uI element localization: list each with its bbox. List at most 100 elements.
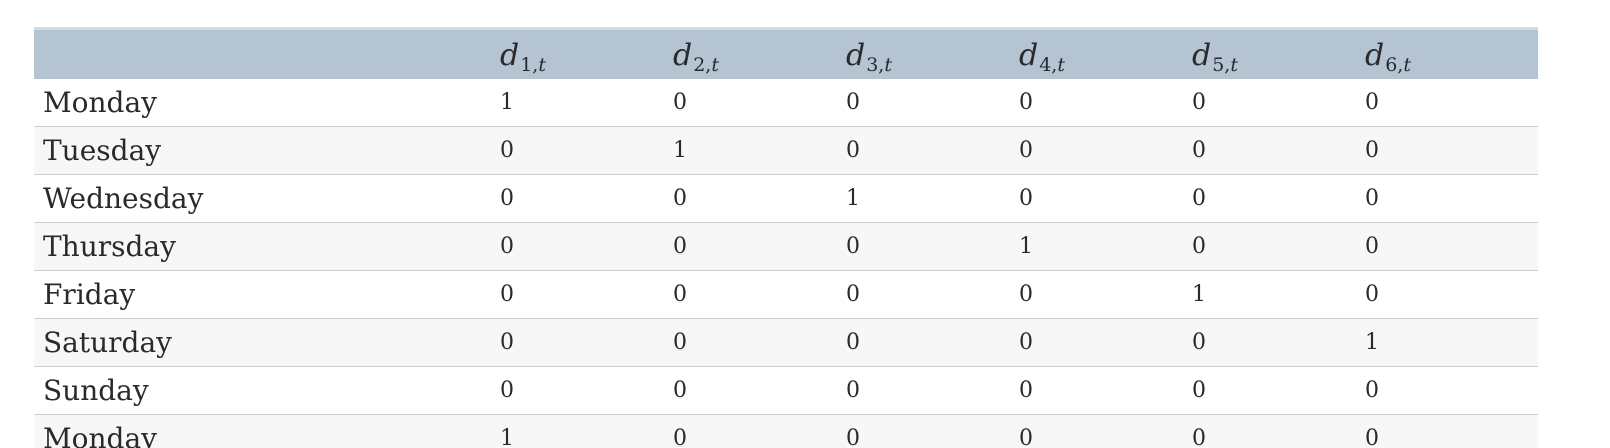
table-cell: 0 [1365,138,1379,163]
table-body: Monday 1 0 0 0 0 0 Tuesday 0 1 0 0 0 0 Wednesday 0 0 1 0 0 0… [34,78,1538,448]
table-cell: 0 [500,138,514,163]
table-cell: 0 [1192,186,1206,211]
table-header: d1,t d2,t d3,t d4,t d5,t d6,t [34,28,1538,79]
table-cell: 0 [673,330,687,355]
column-header-sub-index: 3, [866,54,885,77]
table-cell: 0 [673,378,687,403]
table-row: Monday 1 0 0 0 0 0 [34,78,1538,127]
table-cell: 0 [500,186,514,211]
column-header-base: d [846,38,866,74]
column-header-sub-var: t [1057,54,1065,77]
table-cell: 0 [1019,282,1033,307]
table-cell: 0 [1019,378,1033,403]
column-header-d3: d3,t [846,29,1019,79]
table-cell: 0 [846,234,860,259]
column-header-subscript: 5,t [1212,54,1238,76]
column-header-sub-index: 4, [1039,54,1058,77]
table-row: Thursday 0 0 0 1 0 0 [34,222,1538,271]
column-header-math: d2,t [673,38,719,76]
row-label: Tuesday [43,134,162,167]
table-cell: 1 [673,138,687,163]
column-header-math: d1,t [500,38,546,76]
column-header-math: d4,t [1019,38,1065,76]
table-cell: 0 [846,330,860,355]
row-label: Thursday [43,230,176,263]
table-cell: 1 [500,426,514,448]
table-cell: 0 [1192,330,1206,355]
table-row: Monday 1 0 0 0 0 0 [34,414,1538,448]
table-row: Saturday 0 0 0 0 0 1 [34,318,1538,367]
table-cell: 0 [1365,426,1379,448]
column-header-subscript: 4,t [1039,54,1065,76]
table-cell: 0 [1019,330,1033,355]
column-header-math: d3,t [846,38,892,76]
row-label: Wednesday [43,182,204,215]
column-header-sub-index: 5, [1212,54,1231,77]
table-cell: 0 [1192,378,1206,403]
table-cell: 0 [1365,282,1379,307]
table-cell: 0 [1192,234,1206,259]
row-label: Monday [43,422,157,448]
table-cell: 0 [846,282,860,307]
header-row: d1,t d2,t d3,t d4,t d5,t d6,t [34,28,1538,79]
table-cell: 0 [673,89,687,115]
table-cell: 0 [500,282,514,307]
column-header-subscript: 1,t [520,54,546,76]
column-header-subscript: 2,t [693,54,719,76]
table-cell: 0 [500,234,514,259]
column-header-d5: d5,t [1192,29,1365,79]
column-header-base: d [1019,38,1039,74]
table-cell: 0 [846,426,860,448]
column-header-base: d [1192,38,1212,74]
column-header-d4: d4,t [1019,29,1192,79]
column-header-sub-var: t [711,54,719,77]
column-header-d2: d2,t [673,29,846,79]
table-cell: 0 [1019,426,1033,448]
row-label: Sunday [43,374,149,407]
row-label: Saturday [43,326,172,359]
header-blank-cell [34,29,500,79]
column-header-base: d [500,38,520,74]
table-row: Friday 0 0 0 0 1 0 [34,270,1538,319]
column-header-d1: d1,t [500,29,673,79]
column-header-subscript: 3,t [866,54,892,76]
table-cell: 0 [673,426,687,448]
row-label: Friday [43,278,136,311]
table-cell: 0 [1192,426,1206,448]
page: d1,t d2,t d3,t d4,t d5,t d6,t Monday 1 0 0 0 0 0 Tue… [0,0,1610,448]
dummy-variables-table: d1,t d2,t d3,t d4,t d5,t d6,t Monday 1 0 0 0 0 0 Tue… [34,27,1538,448]
table-cell: 1 [1365,330,1379,355]
column-header-math: d5,t [1192,38,1238,76]
table-cell: 0 [1019,89,1033,115]
table-cell: 0 [1019,138,1033,163]
table-row: Sunday 0 0 0 0 0 0 [34,366,1538,415]
column-header-sub-var: t [884,54,892,77]
column-header-base: d [1365,38,1385,74]
table-cell: 0 [1365,234,1379,259]
table-cell: 0 [1192,89,1206,115]
column-header-sub-var: t [1403,54,1411,77]
table-cell: 1 [500,89,514,115]
column-header-sub-var: t [538,54,546,77]
table-row: Tuesday 0 1 0 0 0 0 [34,126,1538,175]
table-cell: 1 [1192,282,1206,307]
table-row: Wednesday 0 0 1 0 0 0 [34,174,1538,223]
table-cell: 0 [846,138,860,163]
table-cell: 0 [673,282,687,307]
table-cell: 0 [1019,186,1033,211]
column-header-sub-index: 2, [693,54,712,77]
table-cell: 1 [1019,234,1033,259]
column-header-subscript: 6,t [1385,54,1411,76]
column-header-sub-index: 6, [1385,54,1404,77]
table-cell: 0 [1365,89,1379,115]
column-header-d6: d6,t [1365,29,1538,79]
table-cell: 0 [673,186,687,211]
table-cell: 0 [846,378,860,403]
table-cell: 0 [1365,186,1379,211]
column-header-base: d [673,38,693,74]
table-cell: 0 [1365,378,1379,403]
table-cell: 1 [846,186,860,211]
table-cell: 0 [846,89,860,115]
table-cell: 0 [500,330,514,355]
column-header-sub-var: t [1230,54,1238,77]
